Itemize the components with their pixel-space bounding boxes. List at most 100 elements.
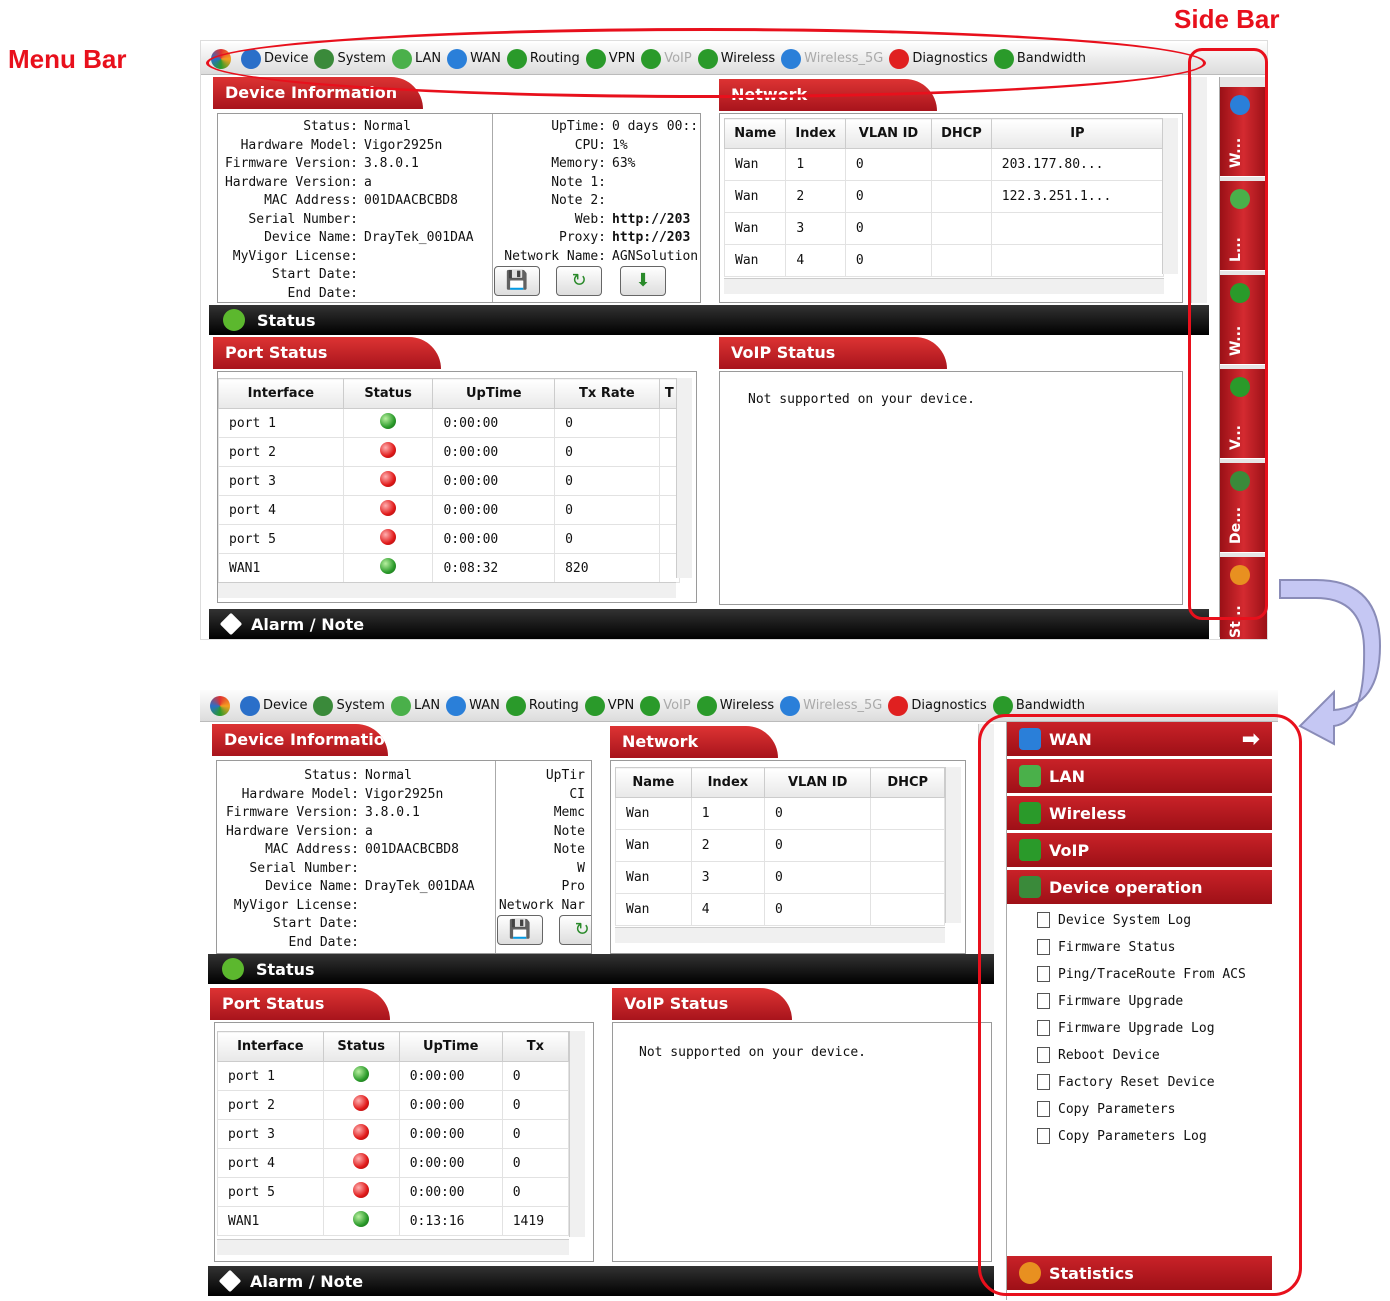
alarm-note-bar[interactable]: Alarm / Note [209, 609, 1209, 639]
table-row[interactable]: port 3 0:00:00 0 [217, 1119, 570, 1149]
table-row[interactable]: port 2 0:00:00 0 [217, 1090, 570, 1120]
column-header[interactable]: Tx Rate [554, 378, 660, 409]
status-bar[interactable]: Status [209, 305, 1209, 335]
network-table: Name Index VLAN ID DHCP Wan 1 0 Wan 2 0 Wan 3 0 Wan 4 0 [615, 767, 945, 926]
table-row[interactable]: Wan 4 0 [615, 893, 945, 926]
network-panel: Name Index VLAN ID DHCP IP Wan 1 0 203.177.80...… [719, 113, 1183, 303]
menu-item-device[interactable]: Device [240, 695, 307, 716]
info-row: Device Name: DrayTek_001DAA [218, 229, 474, 248]
port-hscroll[interactable] [218, 582, 676, 598]
status-down-icon [380, 442, 397, 458]
home-icon[interactable] [210, 695, 230, 716]
column-header[interactable]: Index [690, 767, 766, 798]
menu-item-bandwidth[interactable]: Bandwidth [992, 695, 1085, 716]
table-row[interactable]: port 4 0:00:00 0 [218, 495, 681, 525]
port-uptime: 0:00:00 [398, 1090, 503, 1120]
download-button[interactable]: ⬇ [620, 266, 666, 296]
table-cell: Wan [723, 244, 787, 277]
network-tab: Network [610, 726, 778, 758]
column-header[interactable]: UpTime [398, 1031, 503, 1062]
table-cell: Wan [615, 893, 692, 926]
table-row[interactable]: Wan 2 0 [615, 829, 945, 862]
refresh-button[interactable]: ↻ [559, 915, 591, 945]
info-key: Serial Number: [249, 860, 359, 876]
save-button[interactable]: 💾 [497, 915, 543, 945]
voip-status-panel: Not supported on your device. [612, 1022, 992, 1262]
device-info-tab: Device Information [212, 724, 388, 756]
column-header[interactable]: Name [723, 118, 787, 149]
port-vscroll[interactable] [676, 378, 692, 578]
table-row[interactable]: Wan 2 0 122.3.251.1... [723, 180, 1165, 213]
column-header[interactable]: DHCP [870, 767, 945, 798]
table-row[interactable]: port 4 0:00:00 0 [217, 1148, 570, 1178]
bandwidth-icon [992, 695, 1013, 716]
refresh-button[interactable]: ↻ [556, 266, 602, 296]
port-status-panel: Interface Status UpTime Tx port 1 0:00:00 0 por… [214, 1022, 594, 1262]
alarm-note-bar[interactable]: Alarm / Note [208, 1266, 994, 1296]
port-uptime: 0:00:00 [398, 1061, 503, 1091]
column-header[interactable]: Tx [501, 1031, 570, 1062]
table-row[interactable]: port 5 0:00:00 0 [218, 524, 681, 554]
column-header[interactable]: Status [322, 1031, 400, 1062]
table-row[interactable]: Wan 1 0 [615, 797, 945, 830]
port-status-cell [322, 1119, 400, 1149]
info-icon [222, 958, 244, 980]
table-cell: 0 [763, 829, 872, 862]
table-row[interactable]: port 1 0:00:00 0 [217, 1061, 570, 1091]
table-row[interactable]: port 1 0:00:00 0 [218, 408, 681, 438]
info-row: Start Date: [218, 266, 474, 285]
column-header[interactable]: IP [990, 118, 1165, 149]
menu-item-routing[interactable]: Routing [505, 695, 579, 716]
port-hscroll[interactable] [217, 1239, 569, 1255]
menu-item-voip[interactable]: VoIP [640, 695, 691, 716]
table-row[interactable]: WAN1 0:13:16 1419 [217, 1206, 570, 1236]
menu-item-diagnostics[interactable]: Diagnostics [888, 695, 987, 716]
table-row[interactable]: Wan 4 0 [723, 244, 1165, 277]
table-row[interactable]: Wan 3 0 [615, 861, 945, 894]
column-header[interactable]: Index [785, 118, 846, 149]
port-status-cell [342, 495, 434, 525]
info-key: Start Date: [271, 267, 358, 282]
column-header[interactable]: VLAN ID [763, 767, 872, 798]
wan-icon [446, 695, 467, 716]
port-vscroll[interactable] [569, 1031, 585, 1237]
info-key: Firmware Version: [224, 156, 358, 171]
column-header[interactable]: Name [615, 767, 692, 798]
info-row: Memc [497, 804, 591, 823]
status-up-icon [380, 558, 397, 574]
info-row: W [497, 860, 591, 879]
table-row[interactable]: Wan 3 0 [723, 212, 1165, 245]
network-vscroll[interactable] [945, 767, 961, 923]
device-info-panel: Status: Normal Hardware Model: Vigor2925n Fi… [217, 113, 701, 303]
menu-item-system[interactable]: System [313, 695, 385, 716]
menu-item-wireless-5g[interactable]: Wireless_5G [780, 695, 882, 716]
table-row[interactable]: port 3 0:00:00 0 [218, 466, 681, 496]
column-header[interactable]: Status [342, 378, 434, 409]
status-up-icon [353, 1211, 370, 1227]
table-row[interactable]: port 2 0:00:00 0 [218, 437, 681, 467]
network-hscroll[interactable] [724, 278, 1164, 294]
column-header[interactable]: Interface [218, 378, 344, 409]
menu-item-wan[interactable]: WAN [446, 695, 500, 716]
column-header[interactable]: VLAN ID [844, 118, 933, 149]
save-button[interactable]: 💾 [494, 266, 540, 296]
info-row: Hardware Model: Vigor2925n [217, 786, 475, 805]
status-bar[interactable]: Status [208, 954, 994, 984]
info-row: Network Name: AGNSolution [494, 248, 698, 267]
table-row[interactable]: Wan 1 0 203.177.80... [723, 148, 1165, 181]
diagnostics-icon [888, 695, 909, 716]
table-cell [931, 212, 992, 245]
table-cell: 0 [763, 893, 872, 926]
network-vscroll[interactable] [1162, 118, 1178, 274]
column-header[interactable]: Interface [217, 1031, 324, 1062]
menu-item-wireless[interactable]: Wireless [696, 695, 774, 716]
lan-icon [390, 695, 411, 716]
column-header[interactable]: DHCP [931, 118, 992, 149]
table-row[interactable]: WAN1 0:08:32 820 [218, 553, 681, 583]
table-row[interactable]: port 5 0:00:00 0 [217, 1177, 570, 1207]
network-hscroll[interactable] [615, 927, 945, 943]
menu-item-lan[interactable]: LAN [390, 695, 440, 716]
column-header[interactable]: UpTime [432, 378, 556, 409]
status-down-icon [380, 471, 397, 487]
menu-item-vpn[interactable]: VPN [584, 695, 634, 716]
